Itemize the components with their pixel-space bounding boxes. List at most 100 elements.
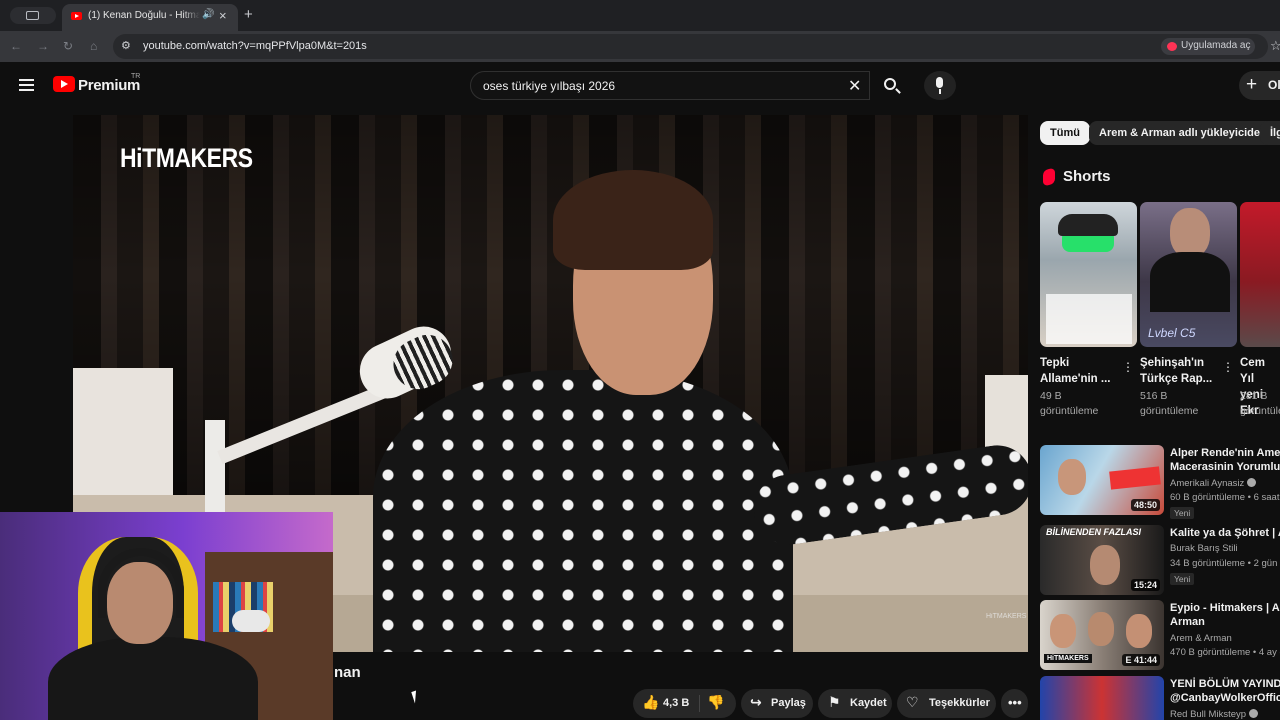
- like-count[interactable]: 4,3 B: [663, 697, 689, 709]
- short-title[interactable]: Tepki Allame'nin ...: [1040, 355, 1122, 387]
- channel-name: Red Bull Mikstеyp: [1170, 709, 1247, 720]
- search-button[interactable]: [870, 71, 912, 100]
- short-menu-icon[interactable]: ⋮: [1122, 360, 1134, 374]
- tab-close-icon[interactable]: ×: [219, 8, 227, 23]
- video-title-line1[interactable]: Alper Rende'nin Amerika: [1170, 446, 1280, 461]
- chip-related[interactable]: İlg: [1260, 121, 1280, 145]
- browser-tab-active[interactable]: (1) Kenan Doğulu - Hitmakers 🔊 ×: [62, 4, 238, 31]
- short-views-count: 516 B: [1140, 390, 1168, 402]
- forward-arrow-icon[interactable]: →: [37, 39, 49, 53]
- video-title-line2[interactable]: @CanbayWolkerOfficial: [1170, 691, 1280, 706]
- open-in-app-label: Uygulamada aç: [1181, 40, 1251, 51]
- short-item[interactable]: Tepki Allame'nin ... ⋮ 49 B görüntüleme: [1040, 202, 1138, 417]
- short-thumb-face: [1170, 208, 1210, 258]
- reload-icon[interactable]: ↻: [63, 39, 73, 53]
- thumb-episode-banner: [1109, 466, 1161, 490]
- search-icon: [884, 78, 896, 90]
- more-actions-button[interactable]: •••: [1001, 689, 1028, 718]
- create-button[interactable]: + Ol: [1239, 71, 1280, 100]
- thanks-button[interactable]: ♡ Teşekkürler: [897, 689, 996, 718]
- back-arrow-icon[interactable]: ←: [10, 39, 22, 53]
- short-item[interactable]: Cem Yıl yeni Ekr 281 Bgörüntüleme: [1240, 202, 1280, 417]
- channel-name: Burak Barış Stili: [1170, 543, 1238, 554]
- recommended-video[interactable]: YENİ BÖLÜM YAYINDA @CanbayWolkerOfficial…: [1040, 676, 1280, 720]
- video-channel[interactable]: Arem & Arman: [1170, 633, 1232, 644]
- audio-playing-icon[interactable]: 🔊: [202, 9, 214, 20]
- tab-search-button[interactable]: [10, 7, 56, 24]
- short-thumb-body: [1150, 252, 1230, 312]
- mouse-cursor-icon: [411, 690, 420, 704]
- video-channel[interactable]: Red Bull Mikstеyp: [1170, 709, 1259, 720]
- youtube-logo-icon[interactable]: [53, 76, 75, 92]
- short-views: 49 B görüntüleme: [1040, 389, 1098, 419]
- short-thumb-caption: Lvbel C5: [1148, 326, 1196, 340]
- bookmark-star-icon[interactable]: ☆: [1270, 38, 1280, 54]
- youtube-header: Premium TR oses türkiye yılbaşı 2026 ✕ +…: [0, 62, 1280, 110]
- url-text: youtube.com/watch?v=mqPPfVlpa0M&t=201s: [143, 40, 367, 52]
- video-title: nan: [334, 664, 361, 681]
- mic-icon: [936, 77, 943, 88]
- search-input[interactable]: oses türkiye yılbaşı 2026 ✕: [470, 71, 870, 100]
- video-channel[interactable]: Burak Barış Stili: [1170, 543, 1238, 554]
- video-thumbnail[interactable]: HiTMAKERS E 41:44: [1040, 600, 1164, 670]
- short-thumb-chat: [1046, 294, 1132, 344]
- webcam-streamer-body: [48, 637, 258, 720]
- video-duration: 15:24: [1130, 579, 1160, 591]
- video-person-hair: [553, 170, 713, 270]
- thanks-label: Teşekkürler: [929, 697, 990, 709]
- short-views-label: görüntüleme: [1240, 405, 1280, 417]
- site-info-icon[interactable]: ⚙: [121, 39, 131, 52]
- thumb-face: [1088, 612, 1114, 646]
- video-title-line1[interactable]: Eypio - Hitmakers | Arem: [1170, 601, 1280, 616]
- verified-icon: [1249, 709, 1259, 718]
- short-item[interactable]: Lvbel C5 Şehinşah'ın Türkçe Rap... ⋮ 516…: [1140, 202, 1238, 417]
- plus-icon: +: [1246, 74, 1258, 95]
- chip-all[interactable]: Tümü: [1040, 121, 1090, 145]
- recommended-video[interactable]: 48:50 Alper Rende'nin Amerika Macerasini…: [1040, 445, 1280, 519]
- like-divider: [699, 695, 700, 712]
- short-thumbnail[interactable]: [1240, 202, 1280, 347]
- thumb-brand: HiTMAKERS: [1044, 654, 1092, 663]
- new-tab-button[interactable]: +: [244, 6, 253, 23]
- channel-name: Arem & Arman: [1170, 633, 1232, 644]
- video-title-line1[interactable]: YENİ BÖLÜM YAYINDA: [1170, 677, 1280, 692]
- dislike-icon[interactable]: 👎: [707, 694, 724, 711]
- video-brand-logo: HiTMAKERS: [120, 143, 253, 173]
- video-channel[interactable]: Amerikali Aynasiz: [1170, 478, 1257, 489]
- voice-search-button[interactable]: [924, 71, 956, 100]
- like-icon[interactable]: 👍: [642, 694, 659, 711]
- video-title-line2[interactable]: Macerasinin Yorumluyo: [1170, 460, 1280, 475]
- short-title[interactable]: Şehinşah'ın Türkçe Rap...: [1140, 355, 1222, 387]
- short-views-label: görüntüleme: [1040, 405, 1099, 417]
- share-label: Paylaş: [771, 697, 806, 709]
- short-thumbnail[interactable]: [1040, 202, 1137, 347]
- browser-tab-strip: (1) Kenan Doğulu - Hitmakers 🔊 × +: [0, 0, 1280, 31]
- video-thumbnail[interactable]: [1040, 676, 1164, 720]
- short-views-count: 49 B: [1040, 390, 1062, 402]
- thumb-caption: BİLİNENDEN FAZLASI: [1046, 527, 1142, 537]
- short-menu-icon[interactable]: ⋮: [1222, 360, 1234, 374]
- video-mic-stand: [205, 420, 225, 515]
- clear-search-icon[interactable]: ✕: [848, 76, 861, 96]
- shorts-title: Shorts: [1063, 168, 1111, 185]
- recommended-video[interactable]: BİLİNENDEN FAZLASI 15:24 Kalite ya da Şö…: [1040, 525, 1280, 597]
- video-thumbnail[interactable]: 48:50: [1040, 445, 1164, 515]
- video-thumbnail[interactable]: BİLİNENDEN FAZLASI 15:24: [1040, 525, 1164, 595]
- chip-uploader[interactable]: Arem & Arman adlı yükleyiciden: [1089, 121, 1277, 145]
- home-icon[interactable]: ⌂: [90, 39, 97, 53]
- short-thumbnail[interactable]: Lvbel C5: [1140, 202, 1237, 347]
- video-title-line1[interactable]: Kalite ya da Şöhret | Alla: [1170, 526, 1280, 541]
- share-button[interactable]: ↪ Paylaş: [741, 689, 813, 718]
- browser-toolbar: ← → ↻ ⌂ ⚙ youtube.com/watch?v=mqPPfVlpa0…: [0, 31, 1280, 62]
- recommended-video[interactable]: HiTMAKERS E 41:44 Eypio - Hitmakers | Ar…: [1040, 600, 1280, 672]
- address-bar[interactable]: ⚙ youtube.com/watch?v=mqPPfVlpa0M&t=201s…: [113, 34, 1280, 59]
- like-dislike-group: 👍 4,3 B 👎: [633, 689, 736, 718]
- tab-title: (1) Kenan Doğulu - Hitmakers: [88, 10, 200, 21]
- video-watermark: HiTMAKERS: [986, 613, 1027, 620]
- save-button[interactable]: ⚑ Kaydet: [818, 689, 892, 718]
- open-in-app-button[interactable]: Uygulamada aç: [1161, 38, 1255, 55]
- shorts-icon: [1043, 167, 1055, 187]
- video-person-body: [373, 370, 793, 652]
- video-title-line2[interactable]: Arman: [1170, 615, 1280, 630]
- menu-icon[interactable]: [19, 79, 34, 91]
